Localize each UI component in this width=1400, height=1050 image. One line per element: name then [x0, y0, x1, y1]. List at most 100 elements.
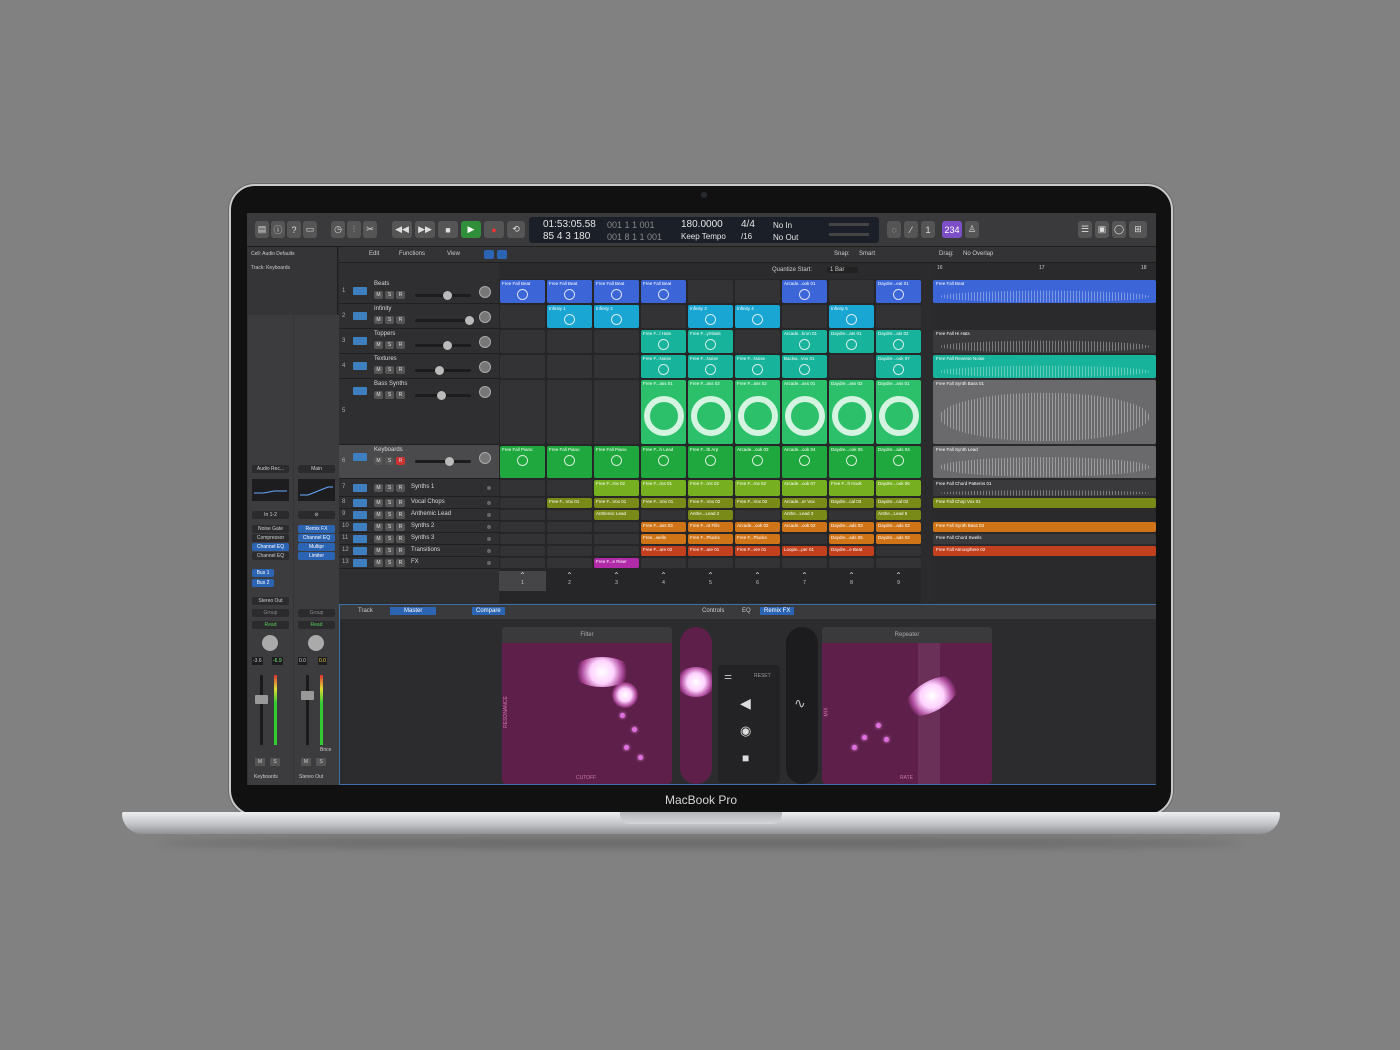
drag-value[interactable]: No Overlap [963, 251, 993, 257]
empty-cell-slot[interactable] [829, 510, 874, 520]
record-enable-button[interactable]: R [396, 341, 405, 349]
loop-cell[interactable]: Infinity 5 [829, 305, 874, 328]
count-in-icon[interactable]: 1 [921, 221, 935, 238]
loop-cell[interactable]: Daydre...cal 03 [829, 498, 874, 508]
loop-cell[interactable]: Free F...ass 02 [688, 380, 733, 444]
mute-button[interactable]: M [374, 547, 383, 555]
downsampler-slider[interactable]: ∿ [786, 627, 818, 784]
empty-cell-slot[interactable] [735, 330, 780, 353]
automation-slot[interactable]: Read [298, 621, 335, 629]
loop-cell[interactable]: Free F...h Hook [829, 480, 874, 496]
empty-cell-slot[interactable] [829, 280, 874, 303]
volume-knob[interactable] [443, 341, 452, 350]
cell-defaults[interactable]: Cell: Audio Defaults [251, 251, 295, 257]
track-name[interactable]: Bass Synths [374, 381, 407, 387]
solo-button[interactable]: S [385, 559, 394, 567]
lcd-signature[interactable]: 4/4 [741, 219, 755, 230]
empty-cell-slot[interactable] [500, 330, 545, 353]
loop-cell[interactable]: Free F...h Lead [641, 446, 686, 478]
empty-cell-slot[interactable] [547, 355, 592, 378]
loop-cell[interactable]: Free F...rns 02 [594, 480, 639, 496]
solo-button[interactable]: S [385, 547, 394, 555]
view-controls[interactable]: Controls [702, 608, 724, 614]
volume-knob[interactable] [465, 316, 474, 325]
volume-slider[interactable] [415, 460, 471, 463]
loop-cell[interactable]: Arcade...ook 01 [782, 280, 827, 303]
empty-cell-slot[interactable] [547, 558, 592, 568]
empty-cell-slot[interactable] [547, 330, 592, 353]
volume-fader[interactable] [255, 695, 268, 704]
loop-cell[interactable]: Free F...are 01 [688, 546, 733, 556]
record-enable-button[interactable]: R [396, 484, 405, 492]
loop-cell[interactable]: Daydre...ats 02 [876, 330, 921, 353]
timeline-region[interactable]: Free Fall Reverse Noise [933, 355, 1156, 378]
solo-button[interactable]: S [385, 511, 394, 519]
empty-cell-slot[interactable] [688, 558, 733, 568]
mute-button[interactable]: M [374, 316, 383, 324]
library-icon[interactable]: ▤ [255, 221, 269, 238]
track-row-7[interactable]: 7Synths 1MSR [339, 479, 499, 497]
loop-cell[interactable]: Free F...Vox 01 [547, 498, 592, 508]
view-eq[interactable]: EQ [742, 608, 751, 614]
track-name[interactable]: Anthemic Lead [411, 511, 451, 517]
list-editors-icon[interactable]: ☰ [1078, 221, 1092, 238]
timeline-region[interactable]: Free Fall Synth Bass 03 [933, 522, 1156, 532]
volume-slider[interactable] [415, 369, 471, 372]
loop-cell[interactable]: Free Fall Piano [500, 446, 545, 478]
send-slot-1[interactable]: Bus 1 [252, 569, 274, 577]
loop-cell[interactable]: Infinity 1 [547, 305, 592, 328]
loop-cell[interactable]: Free F...Plucks [735, 534, 780, 544]
record-enable-button[interactable]: R [396, 499, 405, 507]
loop-cell[interactable]: Free F...l Hats [641, 330, 686, 353]
loop-cell[interactable]: Daydre...ats 01 [829, 330, 874, 353]
record-enable-button[interactable]: R [396, 457, 405, 465]
sliders-icon[interactable]: ⚌ [724, 671, 732, 682]
loop-cell[interactable]: Daydre...ads 05 [829, 534, 874, 544]
solo-button[interactable]: S [385, 484, 394, 492]
timeline-region[interactable]: Free Fall Chord Swells [933, 534, 1156, 544]
track-name[interactable]: Transitions [411, 547, 440, 553]
solo-button[interactable]: S [385, 457, 394, 465]
solo-button[interactable]: S [385, 523, 394, 531]
loop-cell[interactable]: Free F...Noise [641, 355, 686, 378]
loop-cell[interactable]: Free F...Plucks [688, 534, 733, 544]
loop-cell[interactable]: Daydre...e Beat [829, 546, 874, 556]
edit-menu[interactable]: Edit [369, 251, 379, 257]
empty-cell-slot[interactable] [547, 534, 592, 544]
solo-button[interactable]: S [316, 758, 326, 766]
mute-button[interactable]: M [301, 758, 311, 766]
empty-cell-slot[interactable] [782, 534, 827, 544]
loop-cell[interactable]: Daydre...ads 03 [829, 522, 874, 532]
mute-button[interactable]: M [374, 559, 383, 567]
track-label[interactable]: Track: Keyboards [251, 265, 290, 271]
loop-cell[interactable]: Arcade...kron 01 [782, 330, 827, 353]
scene-trigger-1[interactable]: ⌃1 [499, 571, 546, 591]
loop-cell[interactable]: Free F...are 02 [641, 546, 686, 556]
pan-knob[interactable] [479, 452, 491, 464]
loop-cell[interactable]: Free F...th Arp [688, 446, 733, 478]
track-row-2[interactable]: 2InfinityMSR [339, 304, 499, 329]
empty-cell-slot[interactable] [500, 510, 545, 520]
empty-cell-slot[interactable] [594, 522, 639, 532]
track-name[interactable]: Keyboards [374, 447, 403, 453]
empty-cell-slot[interactable] [876, 558, 921, 568]
empty-cell-slot[interactable] [641, 305, 686, 328]
grid-view-icon[interactable] [484, 250, 494, 259]
empty-cell-slot[interactable] [594, 534, 639, 544]
loop-cell[interactable]: Free F...Vox 01 [594, 498, 639, 508]
track-name[interactable]: Synths 3 [411, 535, 434, 541]
loop-cell[interactable]: Arcade...ook 07 [782, 480, 827, 496]
list-view-icon[interactable] [497, 250, 507, 259]
solo-button[interactable]: S [385, 291, 394, 299]
empty-cell-slot[interactable] [735, 510, 780, 520]
mute-button[interactable]: M [374, 341, 383, 349]
plugin-slot-4[interactable]: Channel EQ [252, 552, 289, 560]
volume-slider[interactable] [415, 294, 471, 297]
plugin-slot-1[interactable]: Noise Gate [252, 525, 289, 533]
volume-slider[interactable] [415, 344, 471, 347]
output-slot[interactable]: Stereo Out [252, 597, 289, 605]
metronome-icon[interactable]: ♙ [965, 221, 979, 238]
solo-icon[interactable]: ⁄ [904, 221, 918, 238]
record-enable-button[interactable]: R [396, 559, 405, 567]
mute-button[interactable]: M [374, 484, 383, 492]
